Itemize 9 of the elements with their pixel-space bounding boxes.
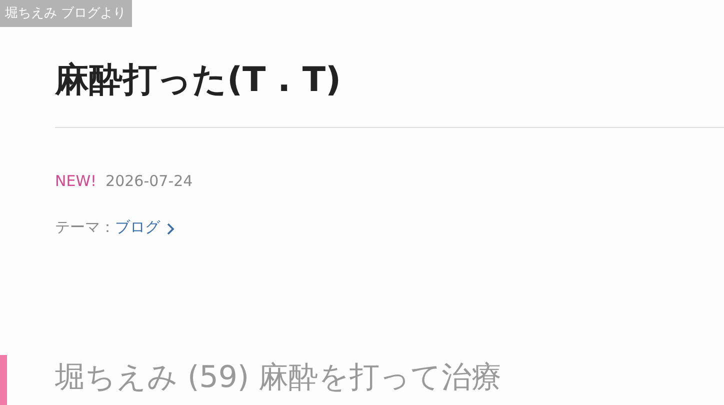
theme-link[interactable]: ブログ [115,218,160,237]
new-label: NEW! [55,172,97,190]
post-title: 麻酔打った(T . T) [55,59,342,102]
caption-text: 堀ちえみ (59) 麻酔を打って治療 [55,359,502,397]
accent-bar [0,355,7,405]
post-date: 2026-07-24 [106,172,193,190]
source-label: 堀ちえみ ブログより [0,0,132,27]
chevron-right-icon [166,223,175,235]
theme-label: テーマ： [55,218,115,237]
